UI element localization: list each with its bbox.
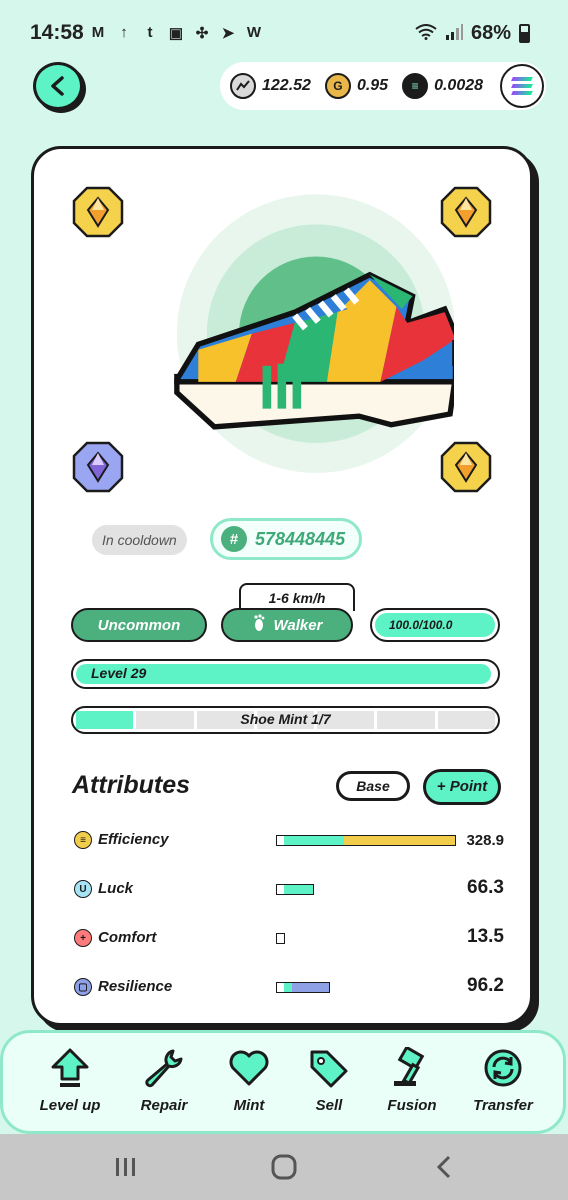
attribute-row-luck: U Luck 66.3 [74,874,504,904]
attribute-row-efficiency: ≡ Efficiency 328.9 [74,825,504,855]
sneaker-card: In cooldown # 578448445 1-6 km/h Uncommo… [31,146,533,1026]
back-arrow-icon [436,1155,451,1179]
base-button[interactable]: Base [336,771,410,801]
action-bar: Level up Repair Mint Sell Fusion Transfe… [0,1030,566,1134]
luck-icon: U [74,880,92,898]
sneaker-id: # 578448445 [210,518,362,560]
comfort-icon: + [74,929,92,947]
type-label: Walker [273,616,323,634]
gst-balance: 122.52 [262,77,311,94]
sol-coin-icon: ≡ [402,73,429,99]
gmt-coin-icon: G [324,73,351,99]
telegram-icon: ➤ [221,25,235,42]
battery-icon [519,24,530,43]
rarity-badge: Uncommon [71,608,207,642]
wear-icon: W [246,24,262,41]
gmail-icon: M [91,24,105,41]
wifi-icon [415,24,437,43]
battery-percent: 68% [470,22,511,44]
app-icon: ▣ [168,25,184,42]
upload-icon: ↑ [120,24,128,41]
sell-button[interactable]: Sell [289,1045,369,1114]
recent-apps-button[interactable] [106,1152,146,1182]
recents-icon [116,1158,135,1176]
hash-icon: # [221,526,247,552]
notification-icons: M ↑ t ▣ ✣ ➤ W [88,24,264,42]
repair-button[interactable]: Repair [124,1045,204,1114]
twitter-icon: t [147,24,153,41]
attribute-bar [276,933,286,944]
attribute-bar [276,884,314,895]
wallet-balances[interactable]: 122.52 G 0.95 ≡ 0.0028 [220,62,546,110]
resilience-icon: ▢ [74,978,92,996]
attributes-title: Attributes [72,771,191,799]
attribute-base-segment [277,983,285,992]
hammer-icon [394,1047,425,1086]
tag-icon [310,1050,348,1088]
attribute-row-comfort: + Comfort 13.5 [74,923,504,953]
attribute-plus-segment [344,836,455,845]
attribute-bar [276,982,331,993]
gst-coin-icon [230,73,256,99]
solana-chain-button[interactable] [500,64,544,108]
signal-icon [445,24,463,43]
sneaker-image [174,194,454,473]
mint-button[interactable]: Mint [209,1045,289,1114]
attribute-plus-segment [284,983,330,992]
heart-icon [229,1050,269,1086]
attribute-plus-segment [284,836,345,845]
level-bar: Level 29 [71,659,500,689]
attribute-value: 66.3 [467,877,504,898]
mint-label: Shoe Mint 1/7 [240,711,331,727]
attribute-plus-segment [284,885,313,894]
attribute-bar [276,835,456,846]
level-up-button[interactable]: Level up [30,1045,110,1114]
status-time: 14:58 [30,21,84,44]
level-up-icon [51,1048,89,1087]
transfer-icon [484,1049,522,1087]
attribute-base-segment [277,885,285,894]
add-point-button[interactable]: + Point [423,769,501,805]
attribute-base-segment [277,836,285,845]
system-back-button[interactable] [424,1152,464,1182]
home-icon [271,1154,297,1180]
attribute-value: 96.2 [467,975,504,996]
back-button[interactable] [33,62,83,110]
attribute-row-resilience: ▢ Resilience 96.2 [74,972,504,1002]
gmt-balance: 0.95 [356,77,389,94]
transfer-button[interactable]: Transfer [463,1045,543,1114]
system-nav-bar [0,1134,568,1200]
chevron-left-icon [51,76,64,96]
level-label: Level 29 [91,665,147,681]
attribute-value: 328.9 [466,832,504,849]
fusion-button[interactable]: Fusion [372,1045,452,1114]
durability-bar: 100.0/100.0 [370,608,500,642]
mint-bar: Shoe Mint 1/7 [71,706,500,734]
cooldown-badge: In cooldown [92,525,187,555]
home-button[interactable] [264,1152,304,1182]
attribute-base-segment [277,934,285,943]
wrench-icon [145,1049,183,1088]
speed-range: 1-6 km/h [239,583,355,611]
durability-value: 100.0/100.0 [375,613,495,637]
attribute-value: 13.5 [467,926,504,947]
sol-balance: 0.0028 [434,77,484,94]
efficiency-icon: ≡ [74,831,92,849]
status-bar: 14:58 M ↑ t ▣ ✣ ➤ W 68% [0,0,568,60]
footprint-icon [252,613,266,637]
pinwheel-icon: ✣ [195,25,209,42]
type-badge: Walker [221,608,353,642]
